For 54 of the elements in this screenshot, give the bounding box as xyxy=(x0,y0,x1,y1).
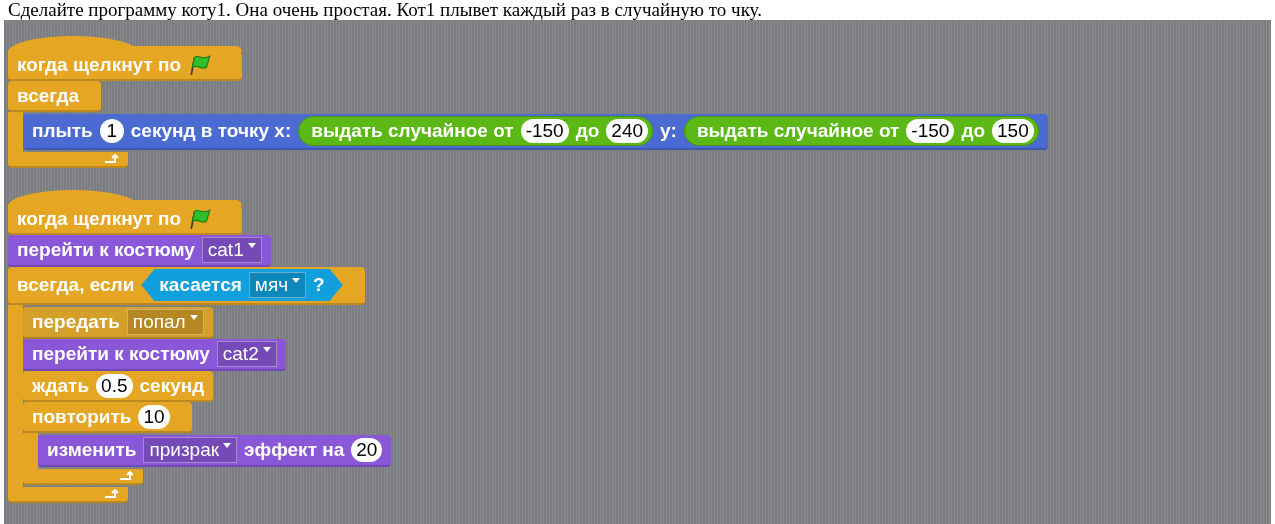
block-label: ждать xyxy=(32,374,90,397)
dropdown-menu[interactable]: призрак xyxy=(143,437,238,463)
number-input[interactable]: 0.5 xyxy=(96,373,133,398)
block-label: перейти к костюму xyxy=(17,239,195,261)
command-block[interactable]: плыть 1 секунд в точку x: выдать случайное от -150 до 240 y: выдать случайное от -150 до 150 xyxy=(23,114,1048,150)
block-label: эффект на xyxy=(244,439,345,461)
number-input[interactable]: 150 xyxy=(992,119,1034,143)
block-label: повторить xyxy=(32,405,132,428)
c-block[interactable]: повторить 10 xyxy=(23,402,192,433)
dropdown-arrow-icon xyxy=(189,315,198,320)
boolean-block[interactable]: касается мяч ? xyxy=(141,269,343,301)
number-input[interactable]: 10 xyxy=(138,404,170,429)
reporter-block[interactable]: выдать случайное от -150 до 240 xyxy=(298,116,654,146)
dropdown-arrow-icon xyxy=(292,278,301,283)
number-input[interactable]: -150 xyxy=(906,119,955,143)
reporter-block[interactable]: выдать случайное от -150 до 150 xyxy=(683,116,1039,146)
dropdown-arrow-icon xyxy=(262,347,271,352)
block-label: выдать случайное от xyxy=(311,120,514,142)
command-block[interactable]: ждать 0.5 секунд xyxy=(23,371,214,402)
flag-icon xyxy=(188,207,213,230)
block-label: изменить xyxy=(47,439,137,461)
block-label: до xyxy=(961,120,986,142)
block-label: всегда xyxy=(17,84,80,107)
block-label: ? xyxy=(313,274,325,296)
number-input[interactable]: 20 xyxy=(351,438,383,462)
block-label: секунд xyxy=(139,374,205,397)
loop-arrow-icon xyxy=(104,154,120,164)
dropdown-menu[interactable]: cat1 xyxy=(201,237,262,263)
block-label: когда щелкнут по xyxy=(17,53,182,76)
loop-arrow-icon xyxy=(119,471,135,481)
c-block[interactable]: всегда, если касается мяч ? xyxy=(8,267,365,305)
instruction-text: Сделайте программу коту1. Она очень простая. Кот1 плывет каждый раз в случайную то чку. xyxy=(7,0,763,20)
block-label: до xyxy=(575,120,600,142)
dropdown-menu[interactable]: cat2 xyxy=(216,341,277,367)
command-block[interactable]: перейти к костюму cat1 xyxy=(8,235,271,267)
block-label: перейти к костюму xyxy=(32,343,210,365)
dropdown-arrow-icon xyxy=(247,243,256,248)
block-label: y: xyxy=(660,120,677,142)
block-label: всегда, если xyxy=(17,274,135,296)
command-block[interactable]: изменить призрак эффект на 20 xyxy=(38,435,392,467)
number-input[interactable]: 1 xyxy=(99,119,124,143)
number-input[interactable]: 240 xyxy=(606,119,649,143)
block-label: касается xyxy=(159,274,242,296)
loop-arrow-icon xyxy=(104,489,120,499)
block-label: плыть xyxy=(32,120,93,142)
block-label: секунд в точку x: xyxy=(130,120,292,142)
dropdown-arrow-icon xyxy=(223,443,232,448)
flag-icon xyxy=(188,53,213,76)
number-input[interactable]: -150 xyxy=(520,119,569,143)
block-label: выдать случайное от xyxy=(696,120,900,142)
block-label: когда щелкнут по xyxy=(17,207,182,230)
block-label: передать xyxy=(32,311,120,333)
command-block[interactable]: перейти к костюму cat2 xyxy=(23,339,286,371)
dropdown-menu[interactable]: мяч xyxy=(248,272,307,298)
